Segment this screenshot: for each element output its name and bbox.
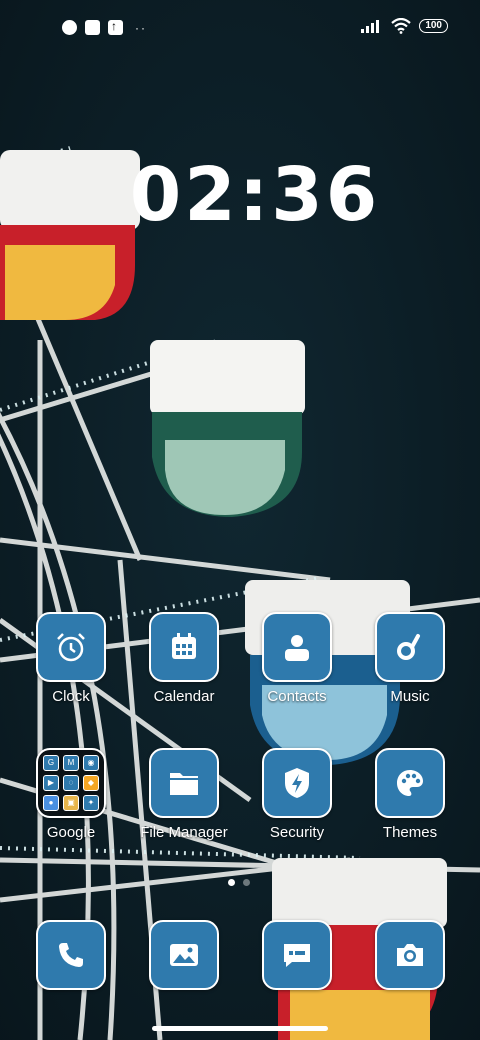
- app-music[interactable]: Music: [355, 612, 465, 705]
- drive-mini-icon: ◆: [83, 775, 99, 791]
- app-themes[interactable]: Themes: [355, 748, 465, 841]
- dock-messages[interactable]: [242, 920, 352, 990]
- app-label: Themes: [382, 824, 438, 841]
- music-note-icon[interactable]: [375, 612, 445, 682]
- app-label: Music: [390, 688, 430, 705]
- chrome-mini-icon: ●: [43, 795, 59, 811]
- gallery-icon[interactable]: [149, 920, 219, 990]
- gmail-mini-icon: G: [43, 755, 59, 771]
- dock-phone[interactable]: [16, 920, 126, 990]
- calendar-icon[interactable]: [149, 612, 219, 682]
- battery-icon: 100: [419, 19, 448, 33]
- fit-mini-icon: ✦: [83, 795, 99, 811]
- youtube-mini-icon: ▶: [43, 775, 59, 791]
- folder-icon[interactable]: G M ◉ ▶ ◌ ◆ ● ▣ ✦: [36, 748, 106, 818]
- dock-gallery[interactable]: [129, 920, 239, 990]
- dock-camera[interactable]: [355, 920, 465, 990]
- app-label: Google: [46, 824, 96, 841]
- assistant-mini-icon: ◌: [63, 775, 79, 791]
- gmail-mini-icon: M: [63, 755, 79, 771]
- maps-mini-icon: ◉: [83, 755, 99, 771]
- folder-icon[interactable]: [149, 748, 219, 818]
- app-file-manager[interactable]: File Manager: [129, 748, 239, 841]
- signal-icon: [361, 20, 380, 33]
- app-label: Security: [269, 824, 325, 841]
- square-icon: [85, 20, 100, 35]
- phone-icon[interactable]: [36, 920, 106, 990]
- messages-icon[interactable]: [262, 920, 332, 990]
- app-label: Calendar: [153, 688, 215, 705]
- page-dot[interactable]: [243, 879, 250, 886]
- app-calendar[interactable]: Calendar: [129, 612, 239, 705]
- app-contacts[interactable]: Contacts: [242, 612, 352, 705]
- app-label: Clock: [52, 688, 90, 705]
- wifi-icon: [391, 18, 412, 34]
- app-clock[interactable]: Clock: [16, 612, 126, 705]
- status-app-icon: [62, 20, 77, 35]
- shield-bolt-icon[interactable]: [262, 748, 332, 818]
- more-dots-icon: ··: [135, 20, 147, 35]
- clock-widget[interactable]: 02:36: [0, 152, 480, 238]
- alarm-clock-icon[interactable]: [36, 612, 106, 682]
- home-indicator-bar[interactable]: [152, 1026, 328, 1031]
- photos-mini-icon: ▣: [63, 795, 79, 811]
- folder-google[interactable]: G M ◉ ▶ ◌ ◆ ● ▣ ✦ Google: [16, 748, 126, 841]
- status-bar: ↑ ·· 100: [0, 14, 480, 42]
- page-dot-active[interactable]: [228, 879, 235, 886]
- palette-icon[interactable]: [375, 748, 445, 818]
- app-label: Contacts: [267, 688, 327, 705]
- app-label: File Manager: [140, 824, 228, 841]
- app-security[interactable]: Security: [242, 748, 352, 841]
- camera-icon[interactable]: [375, 920, 445, 990]
- contact-person-icon[interactable]: [262, 612, 332, 682]
- page-indicator: [228, 879, 250, 886]
- upload-icon: ↑: [108, 19, 123, 35]
